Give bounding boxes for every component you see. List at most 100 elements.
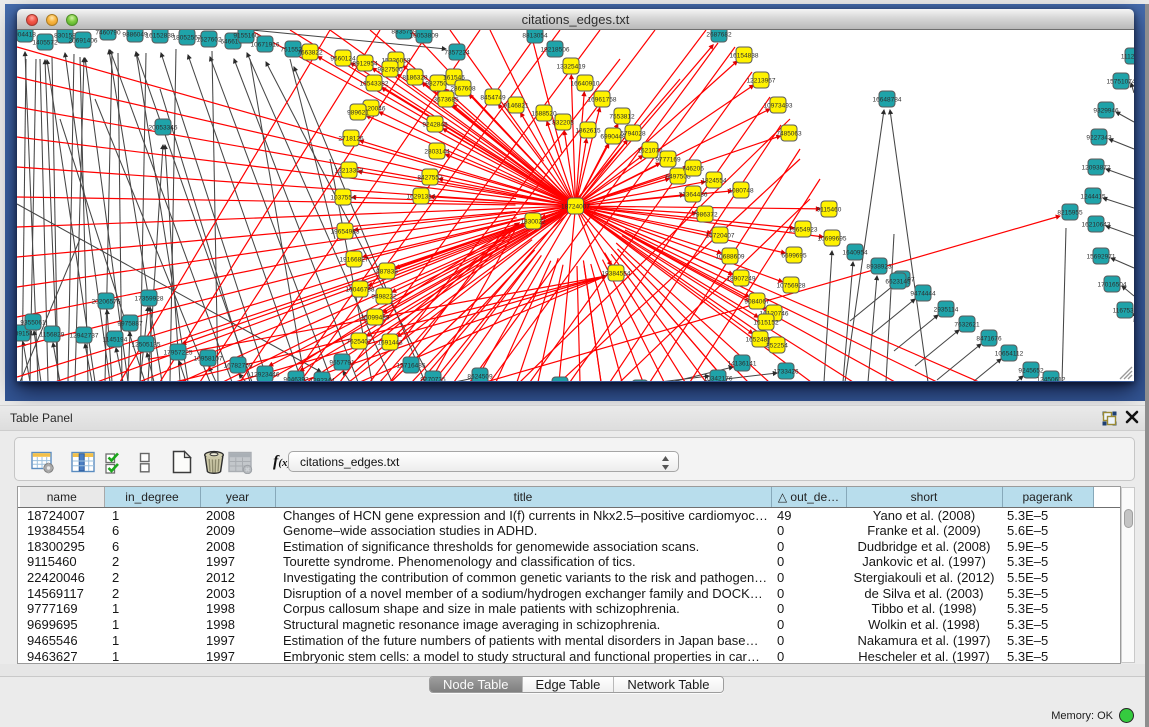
svg-text:9245652: 9245652 xyxy=(1018,368,1044,375)
svg-text:746206: 746206 xyxy=(682,166,704,173)
svg-text:252254: 252254 xyxy=(766,343,788,350)
svg-text:12505135: 12505135 xyxy=(132,342,161,349)
svg-text:7357224: 7357224 xyxy=(444,50,470,57)
svg-text:8427552: 8427552 xyxy=(417,175,443,182)
svg-text:9975887: 9975887 xyxy=(117,321,143,328)
svg-text:8186328: 8186328 xyxy=(402,75,428,82)
svg-text:12213363: 12213363 xyxy=(335,168,364,175)
svg-text:8938923: 8938923 xyxy=(866,264,892,271)
svg-text:12213967: 12213967 xyxy=(747,78,776,85)
svg-text:904418: 904418 xyxy=(17,32,36,39)
svg-text:9886049: 9886049 xyxy=(122,32,148,39)
svg-text:8454749: 8454749 xyxy=(480,95,506,102)
svg-text:2867608: 2867608 xyxy=(450,86,476,93)
svg-text:2687682: 2687682 xyxy=(706,32,732,39)
svg-text:20053346: 20053346 xyxy=(149,125,178,132)
svg-text:10756928: 10756928 xyxy=(777,283,806,290)
svg-text:16154838: 16154838 xyxy=(730,53,759,60)
svg-text:8471676: 8471676 xyxy=(976,336,1002,343)
svg-text:17359928: 17359928 xyxy=(135,296,164,303)
svg-text:9115460: 9115460 xyxy=(817,207,842,214)
svg-text:18907249: 18907249 xyxy=(727,276,756,283)
svg-text:19166827: 19166827 xyxy=(340,257,369,264)
svg-text:10046788: 10046788 xyxy=(346,287,375,294)
svg-text:10973493: 10973493 xyxy=(764,103,793,110)
svg-text:16210643: 16210643 xyxy=(1082,222,1111,229)
svg-text:20691406: 20691406 xyxy=(69,38,98,45)
svg-text:1733426: 1733426 xyxy=(773,369,799,376)
svg-text:15720407: 15720407 xyxy=(706,233,735,240)
svg-text:9146821: 9146821 xyxy=(503,103,529,110)
svg-text:9777169: 9777169 xyxy=(655,157,681,164)
svg-text:7553812: 7553812 xyxy=(609,114,635,121)
svg-text:17016504: 17016504 xyxy=(1098,282,1127,289)
svg-text:1691443: 1691443 xyxy=(377,340,403,347)
svg-text:2803144: 2803144 xyxy=(424,149,450,156)
svg-text:7460790: 7460790 xyxy=(95,30,121,37)
svg-text:13325419: 13325419 xyxy=(557,64,586,71)
svg-text:16152838: 16152838 xyxy=(146,33,175,40)
svg-text:1640954: 1640954 xyxy=(842,250,868,257)
svg-text:9355061: 9355061 xyxy=(20,320,46,327)
svg-text:16640910: 16640910 xyxy=(571,81,600,88)
svg-text:16291314: 16291314 xyxy=(407,194,436,201)
svg-text:10671916: 10671916 xyxy=(251,42,280,49)
svg-text:7625402: 7625402 xyxy=(346,339,372,346)
svg-text:18724007: 18724007 xyxy=(561,204,590,211)
svg-text:7663822: 7663822 xyxy=(297,50,323,57)
svg-text:1167533: 1167533 xyxy=(1113,308,1134,315)
svg-text:19654923: 19654923 xyxy=(789,227,818,234)
svg-text:2718126: 2718126 xyxy=(338,136,364,143)
svg-text:1405572: 1405572 xyxy=(32,40,58,47)
svg-text:12093872: 12093872 xyxy=(1082,165,1111,172)
svg-text:19218506: 19218506 xyxy=(541,47,570,54)
svg-text:12923446: 12923446 xyxy=(251,372,280,379)
svg-text:15692971: 15692971 xyxy=(1087,254,1116,261)
svg-text:14136141: 14136141 xyxy=(728,361,757,368)
svg-text:1292344: 1292344 xyxy=(309,378,335,382)
svg-text:9329946: 9329946 xyxy=(1093,108,1119,115)
svg-text:9270735: 9270735 xyxy=(420,377,446,382)
svg-text:1037554: 1037554 xyxy=(330,195,356,202)
svg-text:10654112: 10654112 xyxy=(995,351,1024,358)
svg-text:12942737: 12942737 xyxy=(70,333,99,340)
svg-text:9827500: 9827500 xyxy=(377,67,403,74)
svg-text:9242848: 9242848 xyxy=(422,122,448,129)
svg-text:10688609: 10688609 xyxy=(716,254,745,261)
svg-text:1830022: 1830022 xyxy=(520,219,546,226)
svg-text:7485063: 7485063 xyxy=(776,131,802,138)
svg-text:9155160: 9155160 xyxy=(233,33,259,40)
svg-text:20206576: 20206576 xyxy=(92,299,121,306)
svg-text:8624509: 8624509 xyxy=(467,374,493,381)
svg-text:2935114: 2935114 xyxy=(934,307,959,314)
svg-text:16099489: 16099489 xyxy=(361,315,390,322)
svg-text:1156829: 1156829 xyxy=(40,332,65,339)
svg-text:1615152: 1615152 xyxy=(753,320,779,327)
svg-text:12450612: 12450612 xyxy=(1037,377,1066,382)
svg-text:1621072: 1621072 xyxy=(637,148,663,155)
svg-text:16961758: 16961758 xyxy=(588,97,617,104)
svg-text:6623145: 6623145 xyxy=(885,279,911,286)
svg-text:10699695: 10699695 xyxy=(818,236,847,243)
svg-text:8215955: 8215955 xyxy=(1057,210,1083,217)
svg-text:9227343: 9227343 xyxy=(1086,135,1112,142)
svg-text:1112439: 1112439 xyxy=(1121,54,1134,61)
svg-text:16053809: 16053809 xyxy=(410,33,439,40)
svg-text:7986372: 7986372 xyxy=(692,212,718,219)
svg-text:1080748: 1080748 xyxy=(728,188,754,195)
svg-text:7632621: 7632621 xyxy=(954,322,980,329)
svg-text:15716485: 15716485 xyxy=(397,363,426,370)
svg-text:832203: 832203 xyxy=(552,120,574,127)
svg-text:939154: 939154 xyxy=(17,331,33,338)
svg-text:9084067: 9084067 xyxy=(744,299,770,306)
svg-text:15751074: 15751074 xyxy=(1107,79,1134,86)
svg-text:10958107: 10958107 xyxy=(194,356,223,363)
svg-text:1362615: 1362615 xyxy=(575,128,601,135)
svg-text:887833: 887833 xyxy=(376,269,398,276)
svg-text:1527602: 1527602 xyxy=(196,37,222,44)
svg-text:1145194: 1145194 xyxy=(103,337,128,344)
svg-text:1824554: 1824554 xyxy=(701,178,727,185)
svg-text:1588520: 1588520 xyxy=(531,111,557,118)
svg-text:8813054: 8813054 xyxy=(522,33,548,40)
svg-text:989621: 989621 xyxy=(347,110,369,117)
